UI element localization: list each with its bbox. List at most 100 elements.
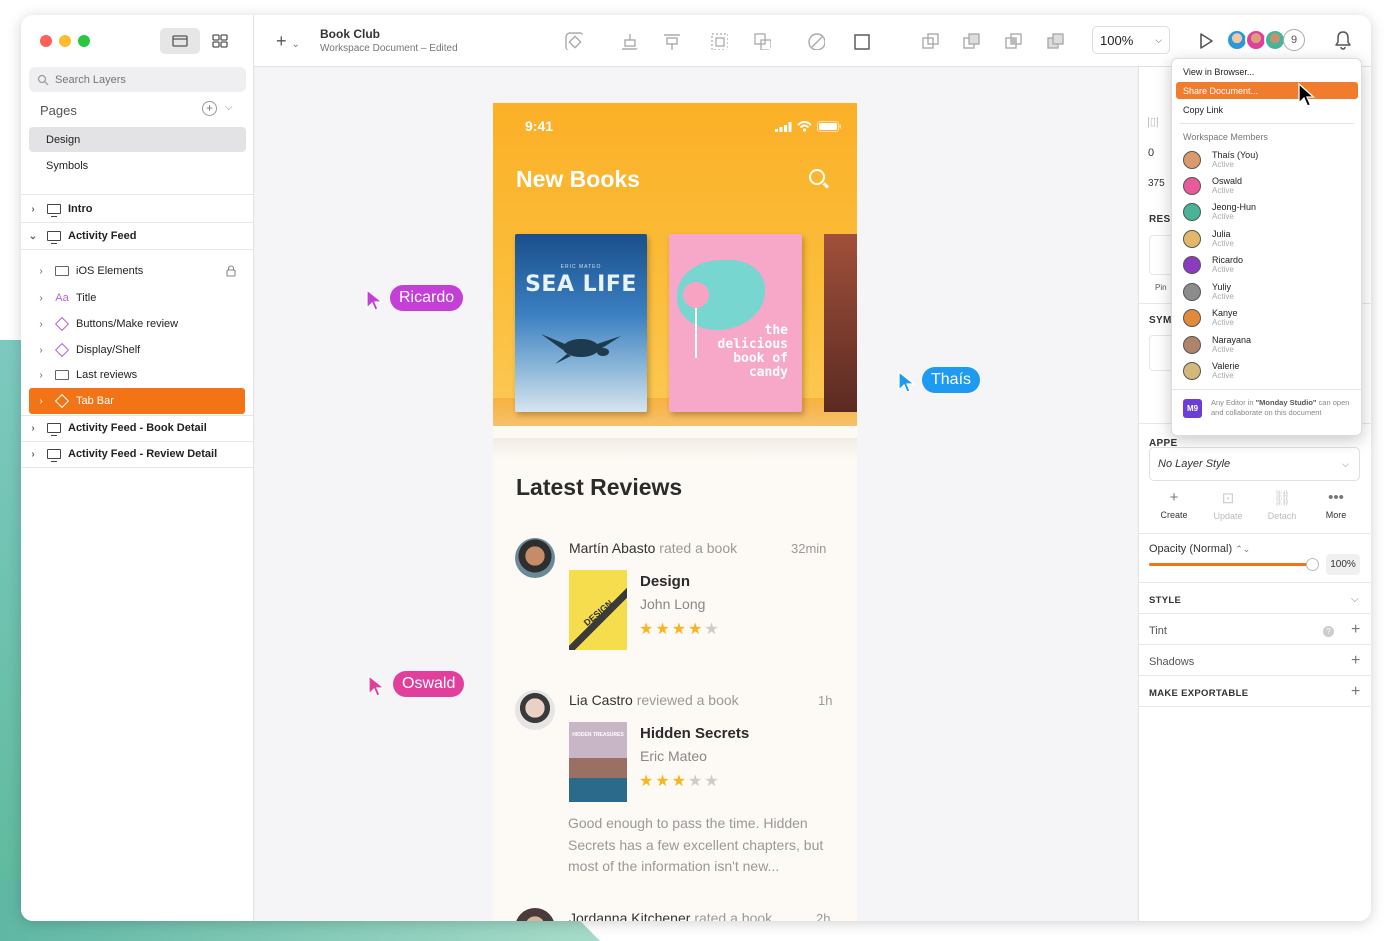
layer-buttons-make-review[interactable]: › Buttons/Make review — [21, 311, 254, 337]
align-top-icon[interactable] — [662, 32, 680, 50]
transform-icon[interactable] — [853, 32, 871, 50]
member-item[interactable]: Narayana Active — [1183, 333, 1251, 357]
search-icon[interactable] — [809, 169, 825, 185]
member-item[interactable]: Oswald Active — [1183, 174, 1242, 198]
book-cover-sea-life[interactable]: ERIC MATEO SEA LIFE — [515, 234, 647, 412]
edit-vector-icon[interactable] — [807, 32, 825, 50]
workspace-access-note: Any Editor in "Monday Studio" can open a… — [1211, 398, 1350, 417]
group-icon[interactable] — [710, 32, 728, 50]
layer-display-shelf[interactable]: › Display/Shelf — [21, 337, 254, 363]
chevron-right-icon[interactable]: › — [36, 293, 46, 304]
update-style-button[interactable]: ⊡ Update — [1203, 489, 1253, 521]
tint-label: Tint — [1149, 625, 1167, 637]
avatar[interactable] — [515, 908, 555, 921]
canvas[interactable]: 9:41 New Books ERIC MATEO SEA LIFE the d… — [254, 67, 1139, 921]
union-icon[interactable] — [921, 32, 939, 50]
add-page-button[interactable]: + — [202, 101, 217, 116]
folder-icon — [55, 370, 69, 380]
preview-play-icon[interactable] — [1198, 32, 1214, 50]
collaborator-avatars[interactable]: 9 — [1226, 29, 1305, 51]
artboard-intro[interactable]: › Intro — [21, 196, 254, 222]
add-tint-button[interactable]: + — [1351, 621, 1360, 639]
avatar[interactable] — [515, 690, 555, 730]
chevron-down-icon[interactable]: ⌄ — [28, 231, 38, 242]
create-symbol-icon[interactable] — [565, 32, 583, 50]
collaborator-count[interactable]: 9 — [1283, 29, 1305, 51]
book-cover-delicious-candy[interactable]: the delicious book of candy — [669, 234, 802, 412]
grid-view-toggle[interactable] — [207, 28, 233, 54]
add-shadow-button[interactable]: + — [1351, 652, 1360, 670]
review-user: Martín Abasto rated a book — [569, 540, 738, 556]
close-window-button[interactable] — [40, 35, 52, 47]
review-book-title: Design — [640, 573, 691, 590]
chevron-right-icon[interactable]: › — [36, 370, 46, 381]
align-icon[interactable]: |▯| — [1147, 115, 1159, 128]
menu-item-share-document[interactable]: Share Document... — [1176, 82, 1358, 99]
member-item[interactable]: Thaís (You) Active — [1183, 148, 1258, 172]
zoom-select[interactable]: 100% ⌵ — [1092, 26, 1170, 54]
add-export-button[interactable]: + — [1351, 683, 1360, 701]
review-text: Good enough to pass the time. Hidden Sec… — [568, 815, 824, 874]
collapse-pages-chevron-icon[interactable]: ⌵ — [225, 102, 233, 113]
opacity-slider[interactable] — [1149, 563, 1313, 566]
lock-icon[interactable] — [226, 265, 236, 277]
stepper-icon[interactable]: ⌃⌄ — [1235, 544, 1250, 554]
insert-button[interactable]: + ⌄ — [276, 31, 300, 52]
create-style-button[interactable]: + Create — [1149, 489, 1199, 520]
layer-search[interactable] — [29, 67, 246, 92]
member-item[interactable]: Valerie Active — [1183, 359, 1239, 383]
chevron-right-icon[interactable]: › — [28, 204, 38, 215]
layer-style-select[interactable]: No Layer Style ⌵ — [1149, 447, 1360, 481]
book-cover-partial[interactable] — [824, 234, 857, 412]
avatar — [1183, 283, 1201, 301]
zoom-window-button[interactable] — [78, 35, 90, 47]
member-item[interactable]: Yuliy Active — [1183, 280, 1234, 304]
intersect-icon[interactable] — [1004, 32, 1022, 50]
book-cover-hidden-secrets[interactable]: HIDDEN TREASURES — [569, 722, 627, 802]
chevron-right-icon[interactable]: › — [28, 423, 38, 434]
difference-icon[interactable] — [1046, 32, 1064, 50]
app-window: Pages + ⌵ Design Symbols › Intro ⌄ Activ… — [21, 15, 1371, 921]
ungroup-icon[interactable] — [753, 32, 771, 50]
menu-item-view-in-browser[interactable]: View in Browser... — [1176, 63, 1358, 80]
layer-last-reviews[interactable]: › Last reviews — [21, 362, 254, 388]
layer-ios-elements[interactable]: › iOS Elements — [21, 258, 254, 284]
page-design[interactable]: Design — [29, 127, 246, 152]
search-input[interactable] — [55, 73, 215, 86]
x-field[interactable]: 0 — [1148, 147, 1154, 159]
width-field[interactable]: 375 — [1148, 178, 1165, 189]
menu-item-copy-link[interactable]: Copy Link — [1176, 101, 1358, 118]
activity-feed-artboard[interactable]: 9:41 New Books ERIC MATEO SEA LIFE the d… — [493, 103, 857, 921]
layer-tab-bar[interactable]: › Tab Bar — [29, 388, 245, 414]
chevron-down-icon: ⌵ — [1155, 34, 1162, 45]
opacity-slider-handle[interactable] — [1306, 558, 1319, 571]
page-symbols[interactable]: Symbols — [29, 153, 246, 178]
member-item[interactable]: Julia Active — [1183, 227, 1234, 251]
signal-icon — [775, 121, 792, 132]
chevron-right-icon[interactable]: › — [36, 396, 46, 407]
minimize-window-button[interactable] — [59, 35, 71, 47]
member-item[interactable]: Kanye Active — [1183, 306, 1238, 330]
artboard-activity-feed-book-detail[interactable]: › Activity Feed - Book Detail — [21, 415, 254, 441]
chevron-right-icon[interactable]: › — [36, 319, 46, 330]
detach-style-button[interactable]: ⛓ Detach — [1257, 489, 1307, 521]
avatar[interactable] — [515, 538, 555, 578]
align-bottom-icon[interactable] — [620, 32, 638, 50]
grid-view-icon — [212, 34, 228, 48]
chevron-down-icon[interactable]: ⌵ — [1351, 594, 1359, 605]
chevron-right-icon[interactable]: › — [36, 345, 46, 356]
opacity-field[interactable]: 100% — [1326, 554, 1360, 575]
bell-icon[interactable] — [1334, 30, 1352, 50]
layer-title[interactable]: › Aa Title — [21, 285, 254, 311]
artboard-activity-feed-review-detail[interactable]: › Activity Feed - Review Detail — [21, 441, 254, 467]
chevron-right-icon[interactable]: › — [28, 449, 38, 460]
subtract-icon[interactable] — [962, 32, 980, 50]
canvas-view-toggle[interactable] — [160, 28, 200, 54]
member-item[interactable]: Ricardo Active — [1183, 253, 1243, 277]
member-item[interactable]: Jeong-Hun Active — [1183, 200, 1256, 224]
more-style-button[interactable]: ••• More — [1311, 489, 1361, 520]
chevron-right-icon[interactable]: › — [36, 266, 46, 277]
book-cover-design[interactable]: DESIGN — [569, 570, 627, 650]
artboard-activity-feed[interactable]: ⌄ Activity Feed — [21, 223, 254, 249]
help-icon[interactable]: ? — [1323, 626, 1334, 637]
